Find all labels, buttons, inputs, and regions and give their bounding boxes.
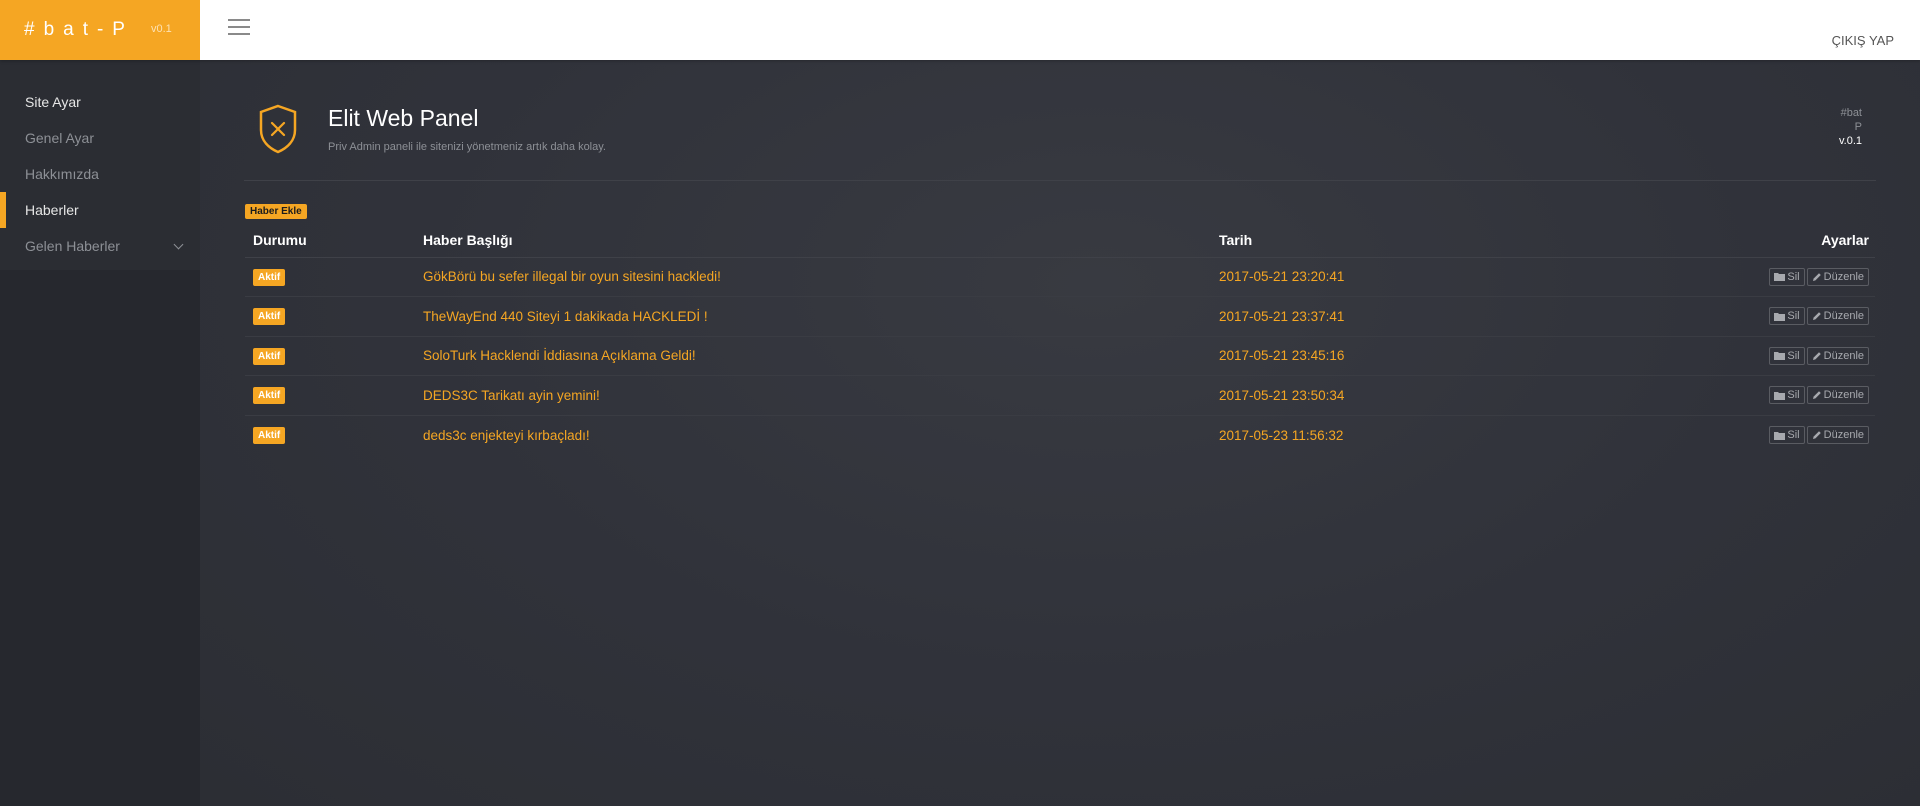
column-header-status: Durumu — [245, 223, 415, 258]
edit-button[interactable]: Düzenle — [1806, 307, 1869, 326]
news-date: 2017-05-23 11:56:32 — [1219, 427, 1344, 443]
sidebar: Site Ayar Genel Ayar Hakkımızda Haberler… — [0, 60, 200, 806]
table-row: Aktif deds3c enjekteyi kırbaçladı! 2017-05… — [245, 415, 1875, 455]
pencil-icon — [1812, 391, 1821, 400]
table-row: Aktif GökBörü bu sefer illegal bir oyun s… — [245, 257, 1875, 297]
folder-icon — [1774, 273, 1786, 282]
edit-label: Düzenle — [1823, 429, 1864, 441]
news-table: Durumu Haber Başlığı Tarih Ayarlar Aktif… — [245, 223, 1875, 455]
row-actions: Sil Düzenle — [1576, 257, 1875, 297]
page-header: Elit Web Panel Priv Admin paneli ile sit… — [244, 104, 1876, 181]
sidebar-item-label: Gelen Haberler — [25, 238, 120, 254]
pencil-icon — [1812, 312, 1821, 321]
status-cell: Aktif — [245, 296, 415, 337]
table-header-row: Durumu Haber Başlığı Tarih Ayarlar — [245, 223, 1875, 258]
shield-x-icon — [259, 104, 297, 154]
delete-label: Sil — [1787, 310, 1800, 323]
status-badge: Aktif — [253, 308, 286, 326]
brand-version: v0.1 — [151, 23, 172, 35]
add-news-button[interactable]: Haber Ekle — [245, 204, 307, 219]
sidebar-item-genel-ayar[interactable]: Genel Ayar — [0, 120, 200, 156]
sidebar-menu: Site Ayar Genel Ayar Hakkımızda Haberler… — [0, 60, 200, 270]
folder-icon — [1774, 312, 1786, 321]
delete-button[interactable]: Sil — [1769, 426, 1805, 444]
delete-label: Sil — [1787, 429, 1800, 441]
header-version: v.0.1 — [1838, 135, 1862, 147]
status-cell: Aktif — [245, 336, 415, 376]
page-subtitle: Priv Admin paneli ile sitenizi yönetmeni… — [328, 141, 606, 153]
delete-button[interactable]: Sil — [1769, 267, 1805, 286]
news-date: 2017-05-21 23:20:41 — [1211, 257, 1577, 297]
row-actions: Sil Düzenle — [1576, 415, 1875, 455]
news-title-link[interactable]: SoloTurk Hacklendi İddiasına Açıklama Ge… — [415, 336, 1211, 376]
edit-button[interactable]: Düzenle — [1806, 346, 1869, 365]
column-header-title: Haber Başlığı — [415, 223, 1211, 258]
news-title-link[interactable]: deds3c enjekteyi kırbaçladı! — [415, 415, 1211, 455]
news-title-link[interactable]: TheWayEnd 440 Siteyi 1 dakikada HACKLEDİ… — [415, 296, 1211, 337]
row-actions: Sil Düzenle — [1576, 336, 1875, 376]
sidebar-item-hakkimizda[interactable]: Hakkımızda — [0, 156, 200, 192]
status-cell: Aktif — [245, 375, 415, 416]
edit-button[interactable]: Düzenle — [1806, 426, 1869, 444]
main-content: Elit Web Panel Priv Admin paneli ile sit… — [200, 60, 1920, 806]
logout-button[interactable]: ÇIKIŞ YAP — [1832, 33, 1894, 48]
status-cell: Aktif — [245, 257, 415, 297]
delete-button[interactable]: Sil — [1769, 386, 1805, 405]
brand-logo[interactable]: #bat-P v0.1 — [0, 0, 200, 60]
chevron-down-icon — [173, 239, 184, 250]
status-cell: Aktif — [245, 415, 415, 455]
delete-button[interactable]: Sil — [1769, 307, 1805, 326]
brand-name: #bat-P — [24, 19, 134, 40]
news-date: 2017-05-21 23:37:41 — [1211, 296, 1577, 337]
folder-icon — [1774, 391, 1786, 400]
top-bar: #bat-P v0.1 ÇIKIŞ YAP — [0, 0, 1920, 60]
edit-label: Düzenle — [1823, 389, 1864, 402]
edit-label: Düzenle — [1823, 310, 1864, 323]
news-title-link[interactable]: GökBörü bu sefer illegal bir oyun sitesi… — [415, 257, 1211, 297]
table-row: Aktif SoloTurk Hacklendi İddiasına Açıkla… — [245, 336, 1875, 376]
status-badge: Aktif — [253, 387, 286, 405]
sidebar-item-gelen-haberler[interactable]: Gelen Haberler — [0, 228, 200, 264]
header-version-info: #bat P v.0.1 — [1802, 106, 1862, 148]
edit-label: Düzenle — [1823, 270, 1864, 283]
row-actions: Sil Düzenle — [1576, 375, 1875, 416]
news-date: 2017-05-21 23:50:34 — [1211, 375, 1577, 416]
delete-label: Sil — [1787, 389, 1800, 402]
status-badge: Aktif — [253, 268, 286, 286]
folder-icon — [1774, 352, 1786, 361]
edit-label: Düzenle — [1823, 349, 1864, 362]
status-badge: Aktif — [253, 427, 286, 444]
delete-label: Sil — [1787, 270, 1800, 283]
status-badge: Aktif — [253, 347, 286, 365]
row-actions: Sil Düzenle — [1576, 296, 1875, 337]
pencil-icon — [1812, 431, 1821, 439]
table-row: Aktif TheWayEnd 440 Siteyi 1 dakikada HAC… — [245, 296, 1875, 337]
edit-button[interactable]: Düzenle — [1806, 267, 1869, 286]
edit-button[interactable]: Düzenle — [1806, 386, 1869, 405]
delete-label: Sil — [1787, 349, 1800, 362]
sidebar-item-site-ayar[interactable]: Site Ayar — [0, 84, 200, 120]
hamburger-icon[interactable] — [228, 19, 250, 36]
delete-button[interactable]: Sil — [1769, 346, 1805, 365]
column-header-settings: Ayarlar — [1576, 223, 1875, 258]
pencil-icon — [1812, 272, 1821, 281]
table-row: Aktif DEDS3C Tarikatı ayin yemini! 2017-05… — [245, 375, 1875, 416]
column-header-date: Tarih — [1211, 223, 1577, 258]
folder-icon — [1774, 431, 1786, 440]
news-title-link[interactable]: DEDS3C Tarikatı ayin yemini! — [415, 375, 1211, 416]
pencil-icon — [1812, 351, 1821, 360]
news-date: 2017-05-21 23:45:16 — [1211, 336, 1577, 376]
header-tag: #bat — [1840, 107, 1862, 119]
page-title: Elit Web Panel — [328, 105, 479, 131]
sidebar-item-haberler[interactable]: Haberler — [0, 192, 200, 228]
header-tag-suffix: P — [1854, 121, 1862, 133]
